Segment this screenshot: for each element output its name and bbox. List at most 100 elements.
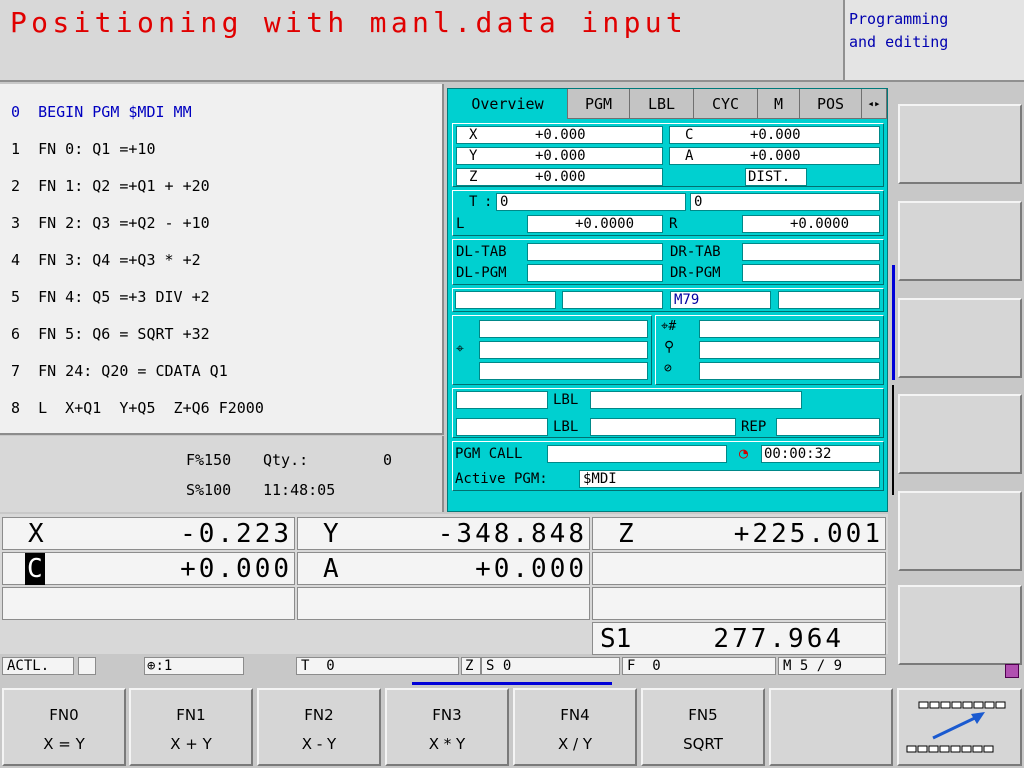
softkey-row-switch[interactable]	[897, 688, 1022, 766]
softkey-fn3-title: FN3	[432, 706, 462, 724]
softkey-fn4[interactable]: FN4 X / Y	[513, 688, 637, 766]
softkey-fn4-desc: X / Y	[557, 735, 593, 753]
qty-value: 0	[383, 451, 393, 469]
lbl1-field-b	[590, 391, 802, 409]
tool-name: 0	[694, 194, 703, 210]
rep-field	[776, 418, 880, 436]
pos-c-value: +0.000	[750, 127, 801, 143]
pos-x-reading: -0.223	[180, 519, 292, 549]
dr-pgm-field	[742, 264, 880, 282]
m-function-cell: M 5 / 9	[778, 657, 886, 675]
softkey-fn2-desc: X - Y	[301, 735, 337, 753]
side-softkey-3[interactable]	[898, 298, 1022, 378]
tab-pgm[interactable]: PGM	[568, 89, 630, 119]
program-line-8[interactable]: 8 L X+Q1 Y+Q5 Z+Q6 F2000	[11, 399, 264, 417]
tool-length-label: L	[456, 216, 465, 232]
tool-radius-label: R	[669, 216, 678, 232]
pos-z-reading: +225.001	[733, 519, 883, 549]
tab-m[interactable]: M	[758, 89, 800, 119]
spindle-status-cell: S 0	[481, 657, 620, 675]
spindle-override: S%100	[186, 481, 232, 499]
softkey-fn5-title: FN5	[688, 706, 718, 724]
tab-cyc[interactable]: CYC	[694, 89, 758, 119]
dr-pgm-label: DR-PGM	[670, 265, 721, 281]
pos-x-axis: X	[28, 519, 44, 549]
dl-tab-field	[527, 243, 663, 261]
side-softkey-2[interactable]	[898, 201, 1022, 281]
datum-value: :1	[155, 658, 173, 674]
program-line-3[interactable]: 3 FN 2: Q3 =+Q2 - +10	[11, 214, 210, 232]
tool-name-field	[690, 193, 880, 211]
softkey-fn0[interactable]: FN0 X = Y	[2, 688, 126, 766]
pos-c-reading: +0.000	[180, 554, 292, 584]
pos-empty-cell-2	[2, 587, 295, 620]
side-softkey-5[interactable]	[898, 491, 1022, 571]
active-pgm-field	[579, 470, 880, 488]
softkey-fn0-title: FN0	[49, 706, 79, 724]
pos-y-axis: Y	[323, 519, 339, 549]
pos-a-reading: +0.000	[475, 554, 587, 584]
softkey-fn1[interactable]: FN1 X + Y	[129, 688, 253, 766]
tab-overview[interactable]: Overview	[448, 89, 568, 119]
softkey-fn2[interactable]: FN2 X - Y	[257, 688, 381, 766]
mfunc-field-4	[778, 291, 880, 309]
softkey-empty[interactable]	[769, 688, 893, 766]
lbl1-label: LBL	[553, 392, 579, 408]
program-line-2[interactable]: 2 FN 1: Q2 =+Q1 + +20	[11, 177, 210, 195]
dr-tab-label: DR-TAB	[670, 244, 721, 260]
program-line-5[interactable]: 5 FN 4: Q5 =+3 DIV +2	[11, 288, 210, 306]
spindle-reading: 277.964	[713, 624, 844, 654]
active-pgm-label: Active PGM:	[455, 471, 548, 487]
program-line-7[interactable]: 7 FN 24: Q20 = CDATA Q1	[11, 362, 228, 380]
datum-cell: ⊕:1	[144, 657, 244, 675]
axis-field-2	[699, 341, 880, 359]
dl-pgm-label: DL-PGM	[456, 265, 507, 281]
tab-scroll-icon[interactable]: ◂▸	[867, 97, 880, 110]
pos-y-reading: -348.848	[437, 519, 587, 549]
side-softkey-1[interactable]	[898, 104, 1022, 184]
mfunc-field-2	[562, 291, 663, 309]
feed-override: F%150	[186, 451, 232, 469]
timer-value: 00:00:32	[764, 446, 832, 462]
softkey-fn5[interactable]: FN5 SQRT	[641, 688, 765, 766]
active-pgm-value: $MDI	[583, 471, 617, 487]
softkey-row-indicator	[412, 682, 612, 685]
status-panel: F%150 Qty.: 0 S%100 11:48:05	[0, 436, 444, 512]
softkey-fn3-desc: X * Y	[428, 735, 466, 753]
pos-y-label: Y	[469, 148, 478, 164]
tab-pos[interactable]: POS	[800, 89, 862, 119]
actual-mode: ACTL.	[2, 657, 74, 675]
side-softkey-6[interactable]	[898, 585, 1022, 665]
feed-cell: F 0	[622, 657, 776, 675]
softkey-fn0-desc: X = Y	[43, 735, 85, 753]
edit-mode-icon	[1005, 664, 1019, 678]
pos-z-axis: Z	[618, 519, 634, 549]
dl-tab-label: DL-TAB	[456, 244, 507, 260]
mode-label-line1: Programming	[849, 10, 949, 28]
softkey-column-indicator	[892, 265, 895, 380]
axis-field-1	[699, 320, 880, 338]
tool-number-icon: ⌖#	[661, 319, 677, 334]
program-line-0[interactable]: 0 BEGIN PGM $MDI MM	[11, 103, 192, 121]
tab-lbl[interactable]: LBL	[630, 89, 694, 119]
qty-label: Qty.:	[263, 451, 309, 469]
column-divider	[892, 385, 894, 495]
softkey-fn3[interactable]: FN3 X * Y	[385, 688, 509, 766]
tool-axis-cell: Z	[461, 657, 481, 675]
pos-c-axis: C	[25, 553, 45, 585]
program-line-6[interactable]: 6 FN 5: Q6 = SQRT +32	[11, 325, 210, 343]
status-window: Overview PGM LBL CYC M POS ◂▸ X +0.000 Y…	[447, 88, 888, 512]
tool-number-field	[496, 193, 686, 211]
mode-label-line2: and editing	[849, 33, 949, 51]
tool-radius-value: +0.0000	[790, 216, 850, 232]
mfunc-value: M79	[674, 292, 700, 308]
stopwatch-icon: ◔	[739, 444, 749, 462]
softkey-fn2-title: FN2	[304, 706, 334, 724]
tab-scroll-arrows[interactable]: ◂▸	[862, 89, 887, 119]
side-softkey-4[interactable]	[898, 394, 1022, 474]
probe-field-1	[479, 320, 648, 338]
pgm-call-field	[547, 445, 727, 463]
program-line-4[interactable]: 4 FN 3: Q4 =+Q3 * +2	[11, 251, 201, 269]
program-listing[interactable]: 0 BEGIN PGM $MDI MM 1 FN 0: Q1 =+10 2 FN…	[0, 84, 444, 435]
program-line-1[interactable]: 1 FN 0: Q1 =+10	[11, 140, 156, 158]
